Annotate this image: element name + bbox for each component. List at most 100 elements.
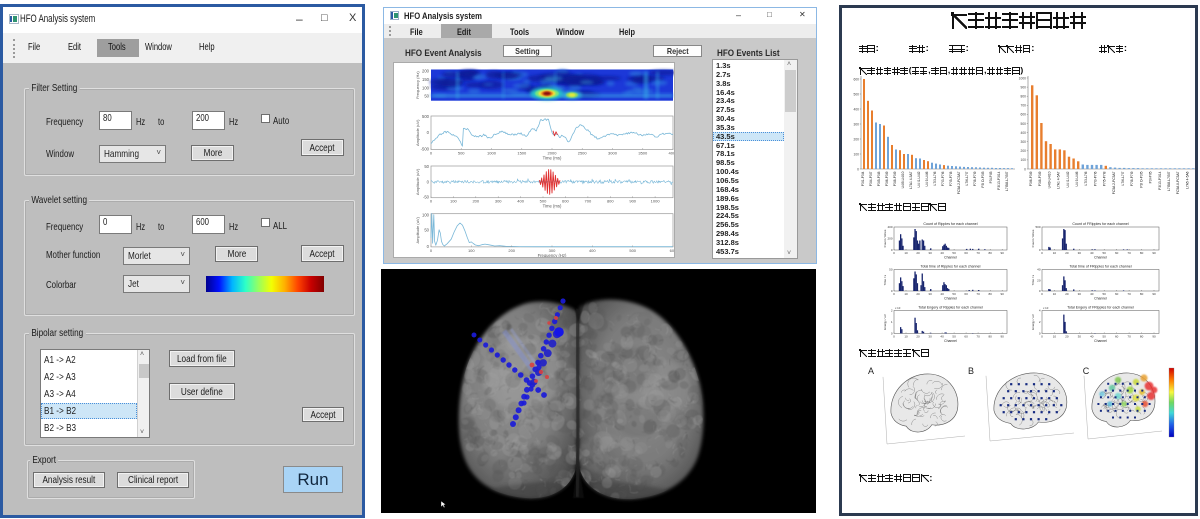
svg-text:200: 200 (853, 137, 859, 141)
svg-text:50: 50 (952, 251, 956, 255)
svg-text:400: 400 (1020, 131, 1026, 135)
svg-text:90: 90 (1152, 292, 1156, 296)
svg-text:-50: -50 (423, 195, 430, 200)
svg-text:L7I3-L7I6: L7I3-L7I6 (933, 171, 937, 185)
svg-text:40: 40 (940, 334, 944, 338)
svg-text:P3I-PII5: P3I-PII5 (989, 171, 993, 183)
svg-text:Time / s: Time / s (883, 274, 887, 285)
svg-text:2: 2 (891, 309, 893, 313)
svg-text:200: 200 (472, 199, 479, 204)
svg-text:A: A (868, 366, 874, 376)
svg-text:50: 50 (1103, 334, 1107, 338)
svg-text:L7A1 4-5A7: L7A1 4-5A7 (1057, 171, 1061, 189)
svg-text:70: 70 (976, 251, 980, 255)
svg-text:x 10: x 10 (1043, 306, 1049, 310)
svg-text:90: 90 (1001, 292, 1005, 296)
svg-text:P7I3-P7I6: P7I3-P7I6 (1093, 171, 1097, 186)
svg-text:0: 0 (893, 251, 895, 255)
svg-text:30: 30 (928, 334, 932, 338)
svg-text:L7I6-L7I7: L7I6-L7I7 (965, 171, 969, 185)
svg-text:P3I-PII5: P3I-PII5 (1149, 171, 1153, 183)
svg-text:150: 150 (422, 77, 430, 82)
svg-text:Time (ms): Time (ms) (543, 204, 562, 209)
svg-text:Channel: Channel (1094, 339, 1107, 343)
svg-text:U4I9-U4I10: U4I9-U4I10 (901, 171, 905, 188)
svg-text:60: 60 (1115, 292, 1119, 296)
svg-text:70: 70 (1127, 292, 1131, 296)
svg-text:B: B (968, 366, 974, 376)
svg-text:70: 70 (976, 334, 980, 338)
svg-text:P3I8-P3I9: P3I8-P3I9 (893, 171, 897, 186)
svg-text:U4 I1-U4I2: U4 I1-U4I2 (1066, 171, 1070, 187)
svg-text:500: 500 (422, 114, 430, 119)
svg-text:P3I8-P3I9: P3I8-P3I9 (1038, 171, 1042, 186)
svg-text:0: 0 (427, 130, 430, 135)
svg-text:Total Engery of Ripples for ea: Total Engery of Ripples for each channel (918, 306, 983, 310)
svg-text:70: 70 (976, 292, 980, 296)
svg-text:Channel: Channel (944, 339, 957, 343)
svg-text:600: 600 (562, 199, 569, 204)
svg-text:P3I D-P3I5: P3I D-P3I5 (1139, 171, 1143, 187)
svg-text:10: 10 (1053, 334, 1057, 338)
svg-text:80: 80 (989, 292, 993, 296)
svg-text:10: 10 (1053, 292, 1057, 296)
svg-text:20: 20 (1065, 334, 1069, 338)
svg-text:80: 80 (1140, 334, 1144, 338)
svg-text:400: 400 (887, 225, 892, 229)
svg-text:800: 800 (1020, 95, 1026, 99)
svg-text:x 10: x 10 (895, 306, 901, 310)
svg-text:0: 0 (1024, 167, 1026, 171)
svg-text:700: 700 (1020, 104, 1026, 108)
svg-text:4000: 4000 (669, 151, 674, 156)
svg-text:Count / times: Count / times (1031, 229, 1035, 247)
svg-text:90: 90 (1001, 251, 1005, 255)
svg-text:10: 10 (904, 292, 908, 296)
svg-text:P7I8-P7I9: P7I8-P7I9 (973, 171, 977, 186)
svg-text:L7I3-L7I6: L7I3-L7I6 (1084, 171, 1088, 185)
svg-text:900: 900 (1020, 85, 1026, 89)
svg-text:500: 500 (853, 92, 859, 96)
svg-text:PC5A 8-PC5A7: PC5A 8-PC5A7 (1176, 171, 1180, 194)
svg-text:Channel: Channel (944, 297, 957, 301)
svg-text:1000: 1000 (487, 151, 497, 156)
svg-text:50: 50 (952, 334, 956, 338)
svg-text:90: 90 (1152, 334, 1156, 338)
svg-text:60: 60 (964, 251, 968, 255)
svg-text:Channel: Channel (944, 256, 957, 260)
svg-text:0: 0 (430, 199, 433, 204)
svg-text:2500: 2500 (578, 151, 588, 156)
svg-text:30: 30 (928, 292, 932, 296)
svg-text:L7I5I8-L7I5I7: L7I5I8-L7I5I7 (1005, 171, 1009, 191)
svg-text:200: 200 (422, 69, 430, 74)
svg-text:10: 10 (904, 251, 908, 255)
svg-text:60: 60 (1115, 334, 1119, 338)
svg-text:P7I5-P7I8: P7I5-P7I8 (1103, 171, 1107, 186)
svg-text:50: 50 (952, 292, 956, 296)
svg-text:PC5A 2-PC5A7: PC5A 2-PC5A7 (957, 171, 961, 194)
svg-text:50: 50 (424, 164, 429, 169)
svg-text:0: 0 (1041, 251, 1043, 255)
svg-text:100: 100 (1020, 158, 1026, 162)
svg-text:400: 400 (853, 107, 859, 111)
svg-text:600: 600 (853, 77, 859, 81)
svg-text:50: 50 (424, 227, 429, 232)
svg-text:0: 0 (430, 151, 433, 156)
svg-text:Total time of Ripples for each: Total time of Ripples for each channel (921, 265, 981, 269)
svg-text:Energy / uV: Energy / uV (883, 314, 887, 330)
svg-text:300: 300 (1020, 140, 1026, 144)
svg-text:10: 10 (1053, 251, 1057, 255)
svg-text:30: 30 (928, 251, 932, 255)
svg-text:Count of FRipples for each cha: Count of FRipples for each channel (1072, 222, 1129, 226)
svg-text:PC5A 2-PC5A7: PC5A 2-PC5A7 (1112, 171, 1116, 194)
svg-text:0: 0 (893, 292, 895, 296)
svg-text:Energy / uV: Energy / uV (1031, 314, 1035, 330)
svg-text:40: 40 (940, 251, 944, 255)
svg-text:C: C (1083, 366, 1090, 376)
svg-text:P7I5-P7I8: P7I5-P7I8 (949, 171, 953, 186)
svg-text:U4 9-U4I6: U4 9-U4I6 (1075, 171, 1079, 186)
svg-text:60: 60 (964, 292, 968, 296)
svg-text:4: 4 (1039, 309, 1041, 313)
svg-text:200: 200 (508, 248, 515, 253)
svg-text:Time (ms): Time (ms) (543, 156, 562, 161)
svg-text:P7I3-P7I6: P7I3-P7I6 (941, 171, 945, 186)
